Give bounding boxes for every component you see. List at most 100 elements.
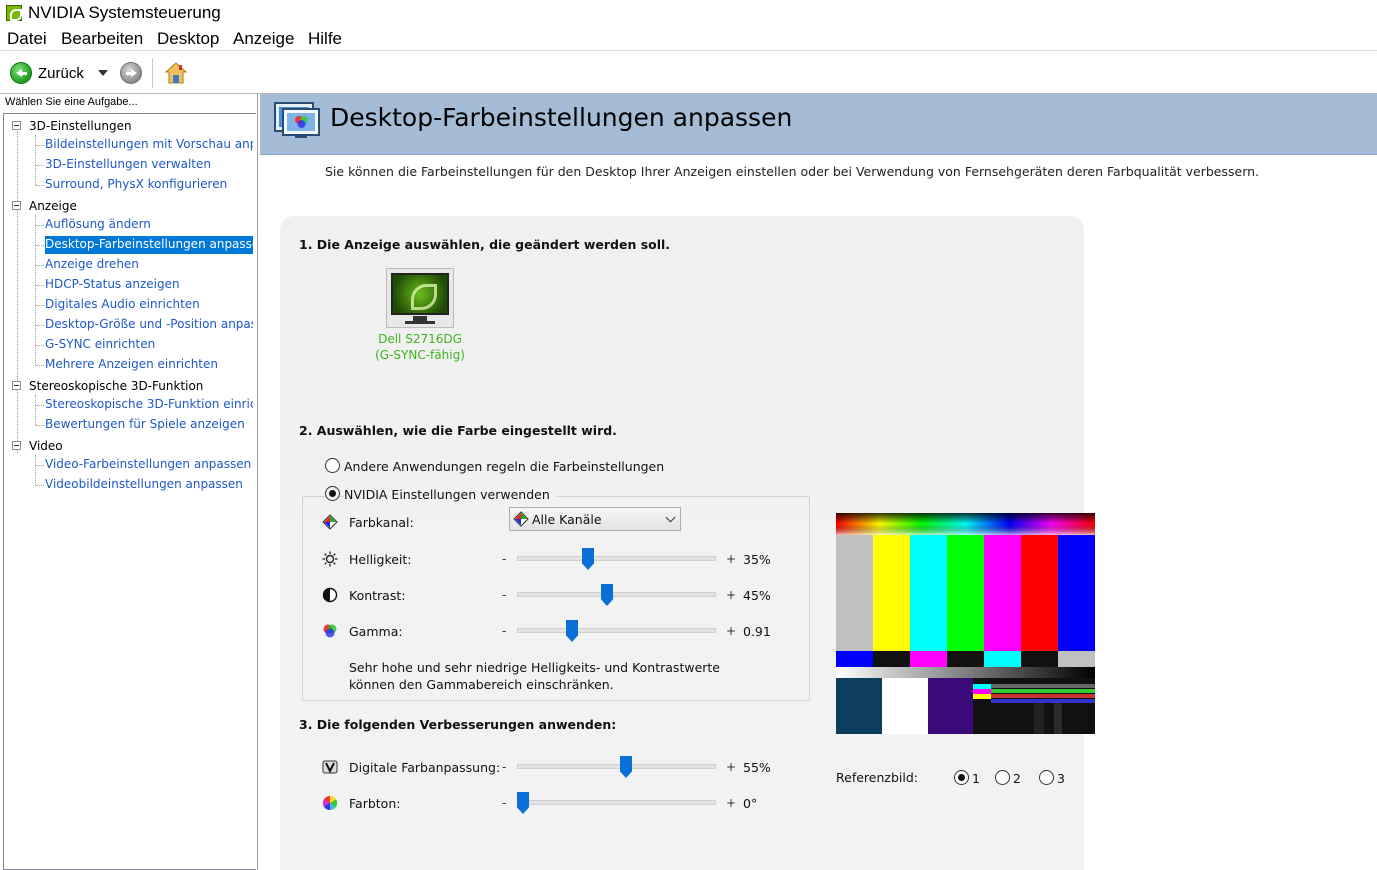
sidebar-item-video-farbe[interactable]: Video-Farbeinstellungen anpassen [45, 457, 251, 471]
digital-vibrance-value: 55% [743, 760, 771, 775]
menu-anzeige[interactable]: Anzeige [233, 29, 294, 49]
tree-category-stereoskopisch[interactable]: Stereoskopische 3D-Funktion [29, 379, 203, 393]
tree-guide [36, 285, 44, 286]
section-2-heading: 2. Auswählen, wie die Farbe eingestellt … [299, 423, 617, 438]
gamma-range-note: Sehr hohe und sehr niedrige Helligkeits-… [349, 659, 720, 693]
note-line: Sehr hohe und sehr niedrige Helligkeits-… [349, 660, 720, 675]
tree-guide [36, 485, 44, 486]
nvidia-app-icon [6, 5, 22, 21]
hue-value: 0° [743, 796, 758, 811]
radio-other-apps-label[interactable]: Andere Anwendungen regeln die Farbeinste… [344, 459, 664, 474]
menu-desktop[interactable]: Desktop [157, 29, 219, 49]
display-monitor-icon[interactable] [386, 268, 454, 328]
vibrance-icon [322, 760, 338, 774]
radio-other-apps[interactable] [325, 458, 340, 473]
tree-guide [36, 425, 44, 426]
sidebar-item-hdcp-status[interactable]: HDCP-Status anzeigen [45, 277, 180, 291]
channel-select[interactable]: Alle Kanäle [509, 507, 681, 531]
sidebar-item-surround-physx[interactable]: Surround, PhysX konfigurieren [45, 177, 227, 191]
tree-guide [35, 455, 36, 485]
page-banner: Desktop-Farbeinstellungen anpassen [260, 94, 1377, 155]
contrast-plus: + [726, 588, 737, 602]
hue-slider-track[interactable] [517, 800, 716, 805]
section-3-heading: 3. Die folgenden Verbesserungen anwenden… [299, 717, 617, 732]
collapse-3d-einstellungen-icon[interactable] [12, 121, 21, 130]
digital-vibrance-plus: + [726, 760, 737, 774]
menu-bar: Datei Bearbeiten Desktop Anzeige Hilfe [0, 27, 1377, 51]
gamma-rgb-icon [323, 624, 337, 638]
tree-guide [36, 345, 44, 346]
sun-icon [322, 551, 338, 567]
menu-hilfe[interactable]: Hilfe [308, 29, 342, 49]
task-sidebar: Wählen Sie eine Aufgabe... 3D-Einstellun… [0, 94, 258, 870]
note-line: können den Gammabereich einschränken. [349, 677, 614, 692]
gamma-label: Gamma: [349, 624, 403, 639]
tree-guide [36, 225, 44, 226]
reference-option-2[interactable] [995, 770, 1010, 785]
tree-guide [36, 465, 44, 466]
nvidia-screen-icon [391, 273, 449, 315]
sidebar-item-anzeige-drehen[interactable]: Anzeige drehen [45, 257, 139, 271]
tree-guide [35, 395, 36, 425]
menu-datei[interactable]: Datei [7, 29, 47, 49]
sidebar-item-stereo-einrichten[interactable]: Stereoskopische 3D-Funktion einrichten [45, 397, 253, 411]
tree-guide [36, 165, 44, 166]
reference-option-3-label[interactable]: 3 [1057, 771, 1065, 786]
tree-guide [35, 135, 36, 185]
reference-option-3[interactable] [1039, 770, 1054, 785]
brightness-plus: + [726, 552, 737, 566]
menu-bearbeiten[interactable]: Bearbeiten [61, 29, 143, 49]
hue-icon [322, 795, 338, 811]
display-gsync-label[interactable]: (G-SYNC-fähig) [350, 348, 490, 362]
brightness-value: 35% [743, 552, 771, 567]
gamma-value: 0.91 [743, 624, 771, 639]
radio-nvidia-settings[interactable] [325, 486, 340, 501]
sidebar-item-aufloesung[interactable]: Auflösung ändern [45, 217, 151, 231]
collapse-video-icon[interactable] [12, 441, 21, 450]
sidebar-item-digitales-audio[interactable]: Digitales Audio einrichten [45, 297, 200, 311]
brightness-slider-track[interactable] [517, 556, 716, 561]
sidebar-item-bewertungen[interactable]: Bewertungen für Spiele anzeigen [45, 417, 245, 431]
tree-category-3d-einstellungen[interactable]: 3D-Einstellungen [29, 119, 132, 133]
chevron-down-icon [665, 512, 676, 523]
back-button[interactable]: Zurück [10, 61, 84, 85]
reference-option-2-label[interactable]: 2 [1013, 771, 1021, 786]
sidebar-item-bildeinstellungen[interactable]: Bildeinstellungen mit Vorschau anpassen [45, 137, 253, 151]
collapse-anzeige-icon[interactable] [12, 201, 21, 210]
page-description: Sie können die Farbeinstellungen für den… [325, 164, 1260, 179]
tree-category-video[interactable]: Video [29, 439, 63, 453]
forward-button[interactable] [120, 62, 142, 84]
reference-option-1[interactable] [954, 770, 969, 785]
sidebar-item-desktop-farbeinstellungen[interactable]: Desktop-Farbeinstellungen anpassen [45, 236, 253, 254]
home-icon[interactable] [164, 61, 188, 85]
monitor-base [405, 321, 435, 324]
sidebar-caption: Wählen Sie eine Aufgabe... [5, 96, 138, 108]
tree-guide [36, 405, 44, 406]
gamma-plus: + [726, 624, 737, 638]
contrast-value: 45% [743, 588, 771, 603]
history-dropdown-icon[interactable] [98, 70, 108, 76]
sidebar-item-3d-verwalten[interactable]: 3D-Einstellungen verwalten [45, 157, 211, 171]
reference-option-1-label[interactable]: 1 [972, 771, 980, 786]
contrast-slider-track[interactable] [517, 592, 716, 597]
all-channels-icon [513, 511, 529, 527]
toolbar: Zurück [0, 52, 1377, 94]
sidebar-item-mehrere-anzeigen[interactable]: Mehrere Anzeigen einrichten [45, 357, 218, 371]
sidebar-item-videobild[interactable]: Videobildeinstellungen anpassen [45, 477, 243, 491]
tree-category-anzeige[interactable]: Anzeige [29, 199, 77, 213]
section-1-heading: 1. Die Anzeige auswählen, die geändert w… [299, 237, 671, 252]
sidebar-item-desktop-groesse[interactable]: Desktop-Größe und -Position anpassen [45, 317, 253, 331]
reference-image [836, 513, 1095, 734]
window-title: NVIDIA Systemsteuerung [28, 3, 221, 22]
radio-nvidia-settings-label[interactable]: NVIDIA Einstellungen verwenden [344, 487, 556, 502]
sidebar-item-g-sync[interactable]: G-SYNC einrichten [45, 337, 155, 351]
contrast-icon [322, 587, 338, 603]
brightness-minus: - [502, 552, 507, 566]
collapse-stereoskopisch-icon[interactable] [12, 381, 21, 390]
digital-vibrance-slider-track[interactable] [517, 764, 716, 769]
tree-guide [36, 185, 44, 186]
main-content: Desktop-Farbeinstellungen anpassen Sie k… [260, 94, 1377, 870]
gamma-minus: - [502, 624, 507, 638]
display-name[interactable]: Dell S2716DG [350, 332, 490, 346]
gamma-slider-track[interactable] [517, 628, 716, 633]
